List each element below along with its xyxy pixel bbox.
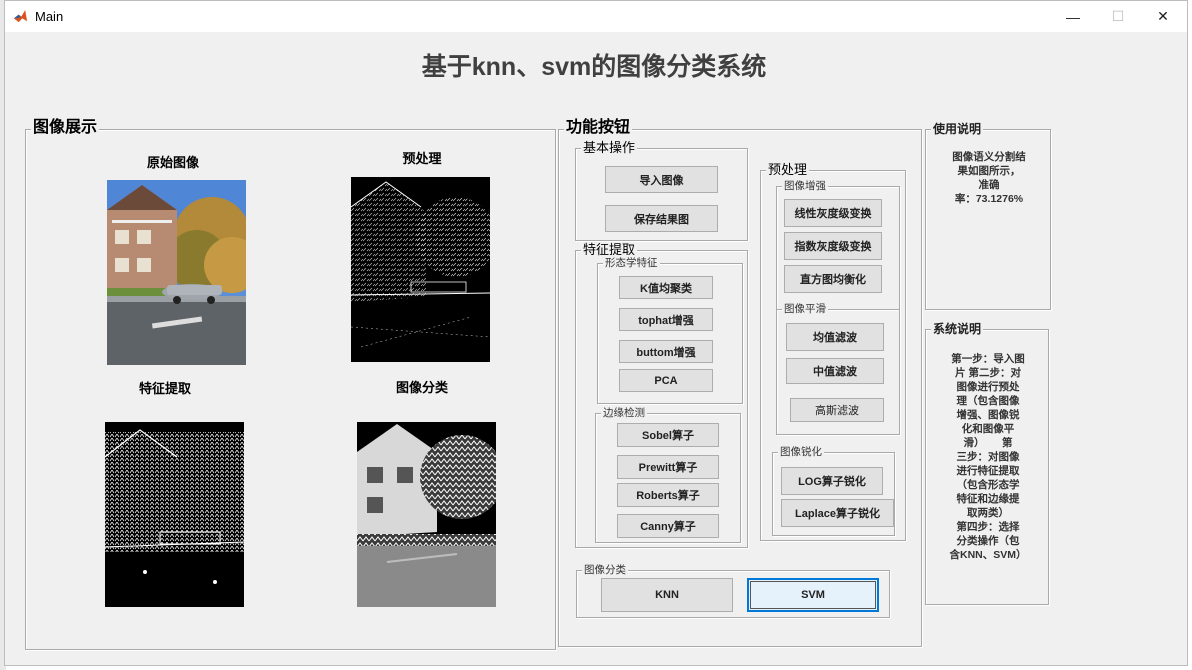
main-window: Main — ☐ ✕ 基于knn、svm的图像分类系统 图像展示 原始图像 预处…: [4, 0, 1188, 666]
classify-image: [357, 422, 496, 607]
canny-button[interactable]: Canny算子: [617, 514, 719, 538]
gauss-filter-button[interactable]: 高斯滤波: [790, 398, 884, 422]
maximize-button[interactable]: ☐: [1095, 1, 1141, 32]
usage-panel-label: 使用说明: [931, 121, 984, 137]
image-display-panel-label: 图像展示: [31, 118, 100, 138]
svm-button[interactable]: SVM: [747, 578, 879, 612]
enhance-label: 图像增强: [782, 178, 828, 194]
tophat-button[interactable]: tophat增强: [619, 308, 713, 331]
usage-text: 图像语义分割结 果如图所示， 准确 率：73.1276%: [934, 150, 1044, 206]
system-panel: 系统说明 第一步：导入图 片 第二步：对 图像进行预处 理（包含图像 增强、图像…: [925, 321, 1049, 605]
edge-detect-group: 边缘检测 Sobel算子 Prewitt算子 Roberts算子 Canny算子: [595, 405, 741, 543]
system-line: 增强、图像锐: [956, 409, 1020, 421]
log-sharpen-button[interactable]: LOG算子锐化: [781, 467, 883, 495]
linear-gray-button[interactable]: 线性灰度级变换: [784, 199, 882, 227]
laplace-sharpen-button[interactable]: Laplace算子锐化: [781, 499, 894, 527]
hist-equalize-button[interactable]: 直方图均衡化: [784, 265, 882, 293]
system-line: 化和图像平: [961, 423, 1015, 435]
system-panel-label: 系统说明: [931, 321, 984, 337]
function-panel: 功能按钮 基本操作 导入图像 保存结果图 特征提取 形态学特征 K值均聚类 to…: [558, 118, 922, 647]
basic-ops-label: 基本操作: [581, 140, 638, 156]
preprocess-group: 预处理 图像增强 线性灰度级变换 指数灰度级变换 直方图均衡化 图像平滑 均值滤…: [760, 162, 906, 541]
original-image-label: 原始图像: [146, 155, 199, 170]
prewitt-button[interactable]: Prewitt算子: [617, 455, 719, 479]
usage-line: 果如图所示，: [957, 165, 1021, 177]
usage-line: 图像语义分割结: [952, 151, 1026, 163]
system-line: 含KNN、SVM）: [949, 549, 1027, 561]
system-line: 片 第二步：对: [955, 367, 1021, 379]
matlab-icon: [13, 9, 28, 24]
median-filter-button[interactable]: 中值滤波: [786, 358, 884, 384]
window-title: Main: [35, 9, 64, 24]
preprocess-image: [351, 177, 490, 362]
preprocess-image-label: 预处理: [402, 151, 442, 166]
save-result-button[interactable]: 保存结果图: [605, 205, 718, 232]
title-bar: Main — ☐ ✕: [5, 1, 1187, 32]
feature-extract-group: 特征提取 形态学特征 K值均聚类 tophat增强 buttom增强 PCA 边…: [575, 242, 748, 548]
close-button[interactable]: ✕: [1140, 1, 1186, 32]
minimize-button[interactable]: —: [1050, 1, 1096, 32]
classify-image-label: 图像分类: [395, 380, 448, 395]
enhance-group: 图像增强 线性灰度级变换 指数灰度级变换 直方图均衡化: [776, 178, 900, 310]
system-line: 三步：对图像: [956, 451, 1020, 463]
edge-detect-label: 边缘检测: [601, 405, 647, 421]
basic-ops-group: 基本操作 导入图像 保存结果图: [575, 140, 748, 241]
morph-feature-label: 形态学特征: [603, 255, 660, 271]
feature-image: [105, 422, 244, 607]
system-line: 第一步：导入图: [951, 353, 1025, 365]
usage-panel: 使用说明 图像语义分割结 果如图所示， 准确 率：73.1276%: [925, 121, 1051, 310]
kmeans-button[interactable]: K值均聚类: [619, 276, 713, 299]
sharpen-group: 图像锐化 LOG算子锐化 Laplace算子锐化: [772, 444, 895, 536]
exp-gray-button[interactable]: 指数灰度级变换: [784, 232, 882, 260]
system-line: 特征和边缘提: [956, 493, 1020, 505]
sobel-button[interactable]: Sobel算子: [617, 423, 719, 447]
smooth-label: 图像平滑: [782, 301, 828, 317]
usage-line: 准确: [978, 179, 1000, 191]
original-image: [107, 180, 246, 365]
mean-filter-button[interactable]: 均值滤波: [786, 323, 884, 351]
knn-button[interactable]: KNN: [601, 578, 733, 612]
system-line: 分类操作（包: [956, 535, 1020, 547]
classify-label: 图像分类: [582, 562, 628, 578]
smooth-group: 图像平滑 均值滤波 中值滤波 高斯滤波: [776, 301, 900, 435]
image-display-panel: 图像展示 原始图像 预处理 特征提取 图像分类: [25, 118, 556, 650]
usage-line: 率：73.1276%: [954, 193, 1024, 205]
system-text: 第一步：导入图 片 第二步：对 图像进行预处 理（包含图像 增强、图像锐 化和图…: [932, 352, 1044, 562]
system-line: 理（包含图像: [956, 395, 1020, 407]
system-line: （包含形态学: [956, 479, 1020, 491]
system-line: 进行特征提取: [956, 465, 1020, 477]
system-line: 滑） 第: [963, 437, 1013, 449]
classify-group: 图像分类 KNN SVM: [576, 562, 890, 618]
morph-feature-group: 形态学特征 K值均聚类 tophat增强 buttom增强 PCA: [597, 255, 743, 404]
system-line: 图像进行预处: [956, 381, 1020, 393]
buttom-button[interactable]: buttom增强: [619, 340, 713, 363]
function-panel-label: 功能按钮: [564, 118, 633, 138]
roberts-button[interactable]: Roberts算子: [617, 483, 719, 507]
page-title: 基于knn、svm的图像分类系统: [421, 53, 767, 81]
sharpen-label: 图像锐化: [778, 444, 824, 460]
feature-image-label: 特征提取: [138, 381, 191, 396]
import-image-button[interactable]: 导入图像: [605, 166, 718, 193]
pca-button[interactable]: PCA: [619, 369, 713, 392]
system-line: 第四步：选择: [956, 521, 1020, 533]
preprocess-label: 预处理: [766, 162, 810, 178]
system-line: 取两类）: [967, 507, 1009, 519]
